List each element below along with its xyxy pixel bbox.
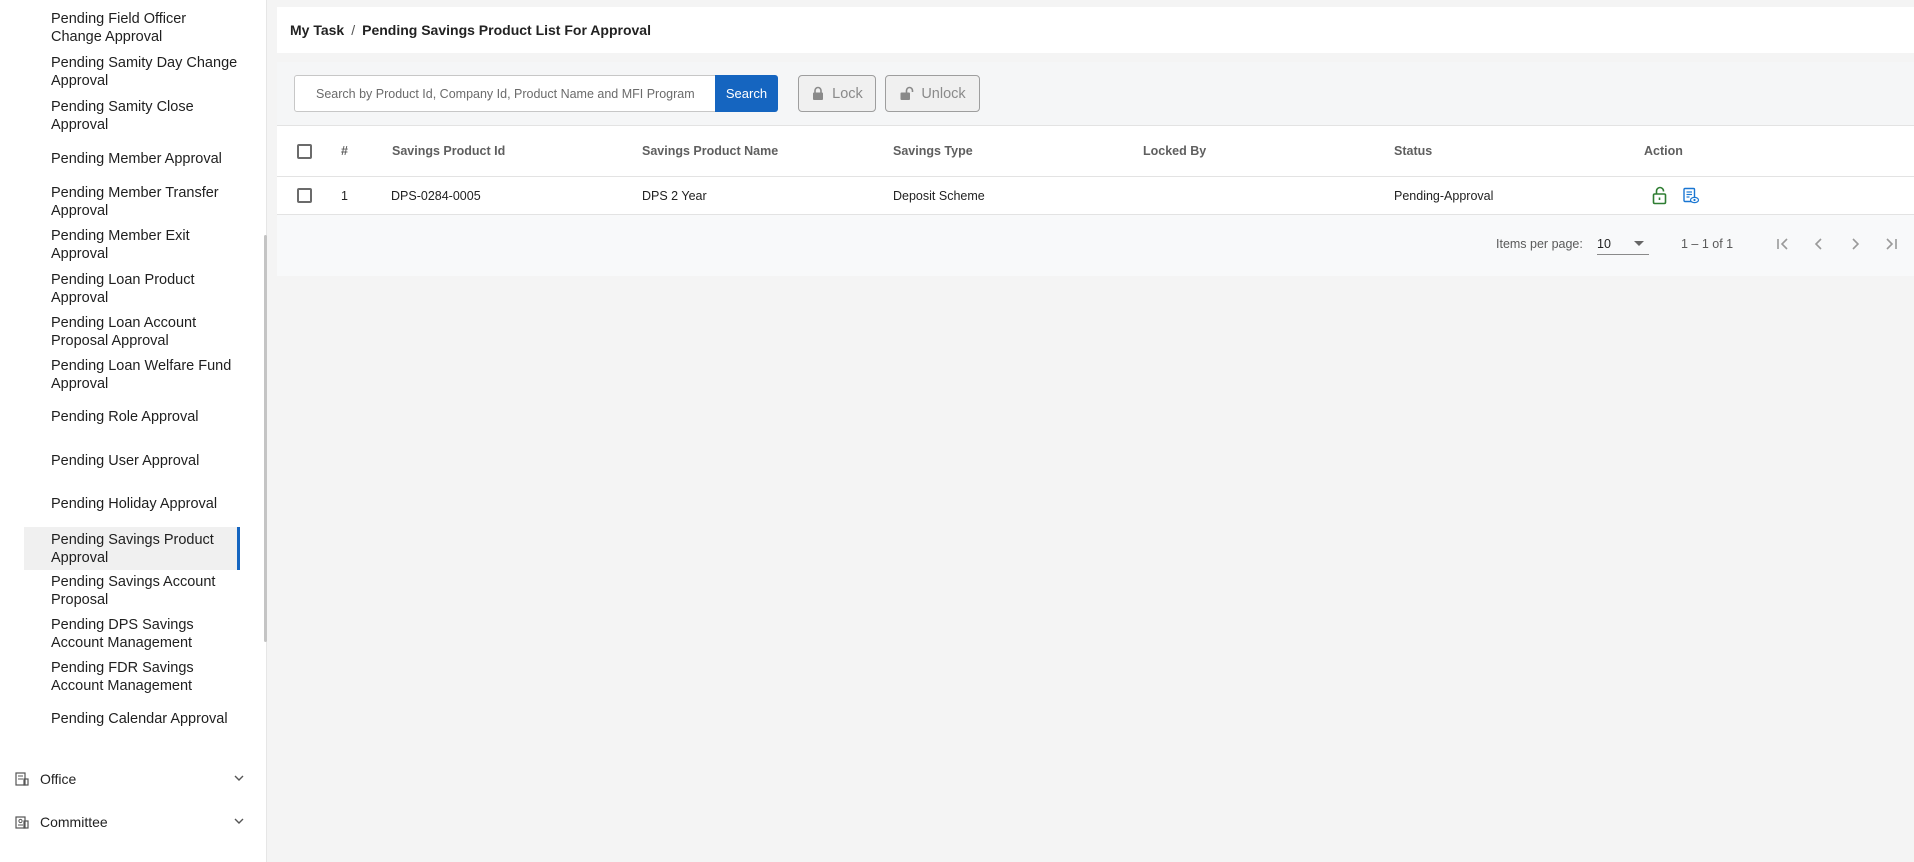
column-header-savings-type[interactable]: Savings Type: [893, 126, 973, 176]
sidebar-item-member-exit[interactable]: Pending Member Exit Approval: [24, 225, 240, 265]
committee-icon: [15, 816, 29, 829]
unlock-icon: [900, 86, 914, 100]
first-page-icon[interactable]: [1771, 232, 1795, 256]
sidebar-item-fdr-savings-account[interactable]: Pending FDR Savings Account Management: [24, 657, 240, 697]
unlock-icon[interactable]: [1651, 186, 1669, 205]
sidebar-item-savings-product-approval[interactable]: Pending Savings Product Approval: [24, 527, 240, 570]
page-size-select[interactable]: 10: [1597, 233, 1649, 255]
sidebar-item-samity-day-change[interactable]: Pending Samity Day Change Approval: [24, 52, 240, 92]
sidebar-item-loan-welfare-fund[interactable]: Pending Loan Welfare Fund Approval: [24, 355, 240, 395]
lock-icon: [813, 86, 824, 100]
breadcrumb-separator: /: [351, 22, 356, 38]
sidebar-group-office[interactable]: Office: [0, 761, 264, 797]
row-select-cell: [297, 177, 312, 214]
unlock-button[interactable]: Unlock: [885, 75, 980, 112]
sidebar-group-committee[interactable]: Committee: [0, 804, 264, 840]
row-product-name: DPS 2 Year: [642, 188, 707, 203]
search-box: [294, 75, 716, 112]
row-savings-type: Deposit Scheme: [893, 188, 985, 203]
search-input[interactable]: [295, 76, 715, 111]
breadcrumb: My Task / Pending Savings Product List F…: [277, 7, 1914, 53]
paginator: Items per page: 10 1 – 1 of 1: [277, 215, 1914, 276]
lock-button[interactable]: Lock: [798, 75, 876, 112]
row-actions: [1651, 177, 1700, 214]
previous-page-icon[interactable]: [1807, 232, 1831, 256]
row-status: Pending-Approval: [1394, 188, 1494, 203]
sidebar-item-loan-product[interactable]: Pending Loan Product Approval: [24, 269, 240, 309]
table-header: # Savings Product Id Savings Product Nam…: [277, 125, 1914, 177]
column-header-index: #: [341, 144, 348, 158]
sidebar-item-member-transfer[interactable]: Pending Member Transfer Approval: [24, 182, 240, 222]
product-list-panel: Search Lock Unlock # Savings Product Id …: [277, 62, 1914, 276]
column-header-locked-by[interactable]: Locked By: [1143, 126, 1206, 176]
select-all-checkbox[interactable]: [297, 143, 312, 159]
sidebar: Pending Field Officer Change Approval Pe…: [0, 0, 267, 862]
page-size-value: 10: [1597, 236, 1611, 251]
sidebar-item-dps-savings-account[interactable]: Pending DPS Savings Account Management: [24, 614, 240, 654]
next-page-icon[interactable]: [1843, 232, 1867, 256]
sidebar-item-savings-account-proposal[interactable]: Pending Savings Account Proposal: [24, 571, 240, 611]
sidebar-item-member-approval[interactable]: Pending Member Approval: [24, 140, 240, 178]
sidebar-item-samity-close[interactable]: Pending Samity Close Approval: [24, 96, 240, 136]
sidebar-item-calendar-approval[interactable]: Pending Calendar Approval: [24, 700, 240, 738]
row-checkbox[interactable]: [297, 188, 312, 203]
column-header-product-id[interactable]: Savings Product Id: [392, 126, 505, 176]
table-row: 1 DPS-0284-0005 DPS 2 Year Deposit Schem…: [277, 177, 1914, 215]
column-header-status[interactable]: Status: [1394, 126, 1432, 176]
page-title: Pending Savings Product List For Approva…: [362, 22, 651, 38]
view-details-icon[interactable]: [1682, 187, 1700, 205]
toolbar: Search Lock Unlock: [277, 62, 1914, 125]
row-index: 1: [341, 188, 348, 203]
chevron-down-icon: [234, 818, 244, 824]
page-range-label: 1 – 1 of 1: [1681, 237, 1734, 251]
items-per-page-label: Items per page:: [1496, 237, 1583, 251]
sidebar-item-field-officer-change[interactable]: Pending Field Officer Change Approval: [24, 8, 240, 48]
breadcrumb-root[interactable]: My Task: [290, 22, 344, 38]
sidebar-item-user-approval[interactable]: Pending User Approval: [24, 442, 240, 480]
chevron-down-icon: [234, 775, 244, 781]
select-all-cell: [297, 126, 312, 176]
last-page-icon[interactable]: [1879, 232, 1903, 256]
column-header-product-name[interactable]: Savings Product Name: [642, 126, 778, 176]
row-product-id: DPS-0284-0005: [391, 188, 481, 203]
sidebar-scrollbar[interactable]: [264, 235, 267, 642]
caret-down-icon: [1634, 241, 1644, 246]
office-icon: [15, 772, 29, 786]
sidebar-item-loan-account-proposal[interactable]: Pending Loan Account Proposal Approval: [24, 312, 240, 352]
search-button[interactable]: Search: [715, 75, 778, 112]
column-header-action: Action: [1644, 144, 1683, 158]
sidebar-item-role-approval[interactable]: Pending Role Approval: [24, 398, 240, 436]
sidebar-item-holiday-approval[interactable]: Pending Holiday Approval: [24, 485, 240, 523]
